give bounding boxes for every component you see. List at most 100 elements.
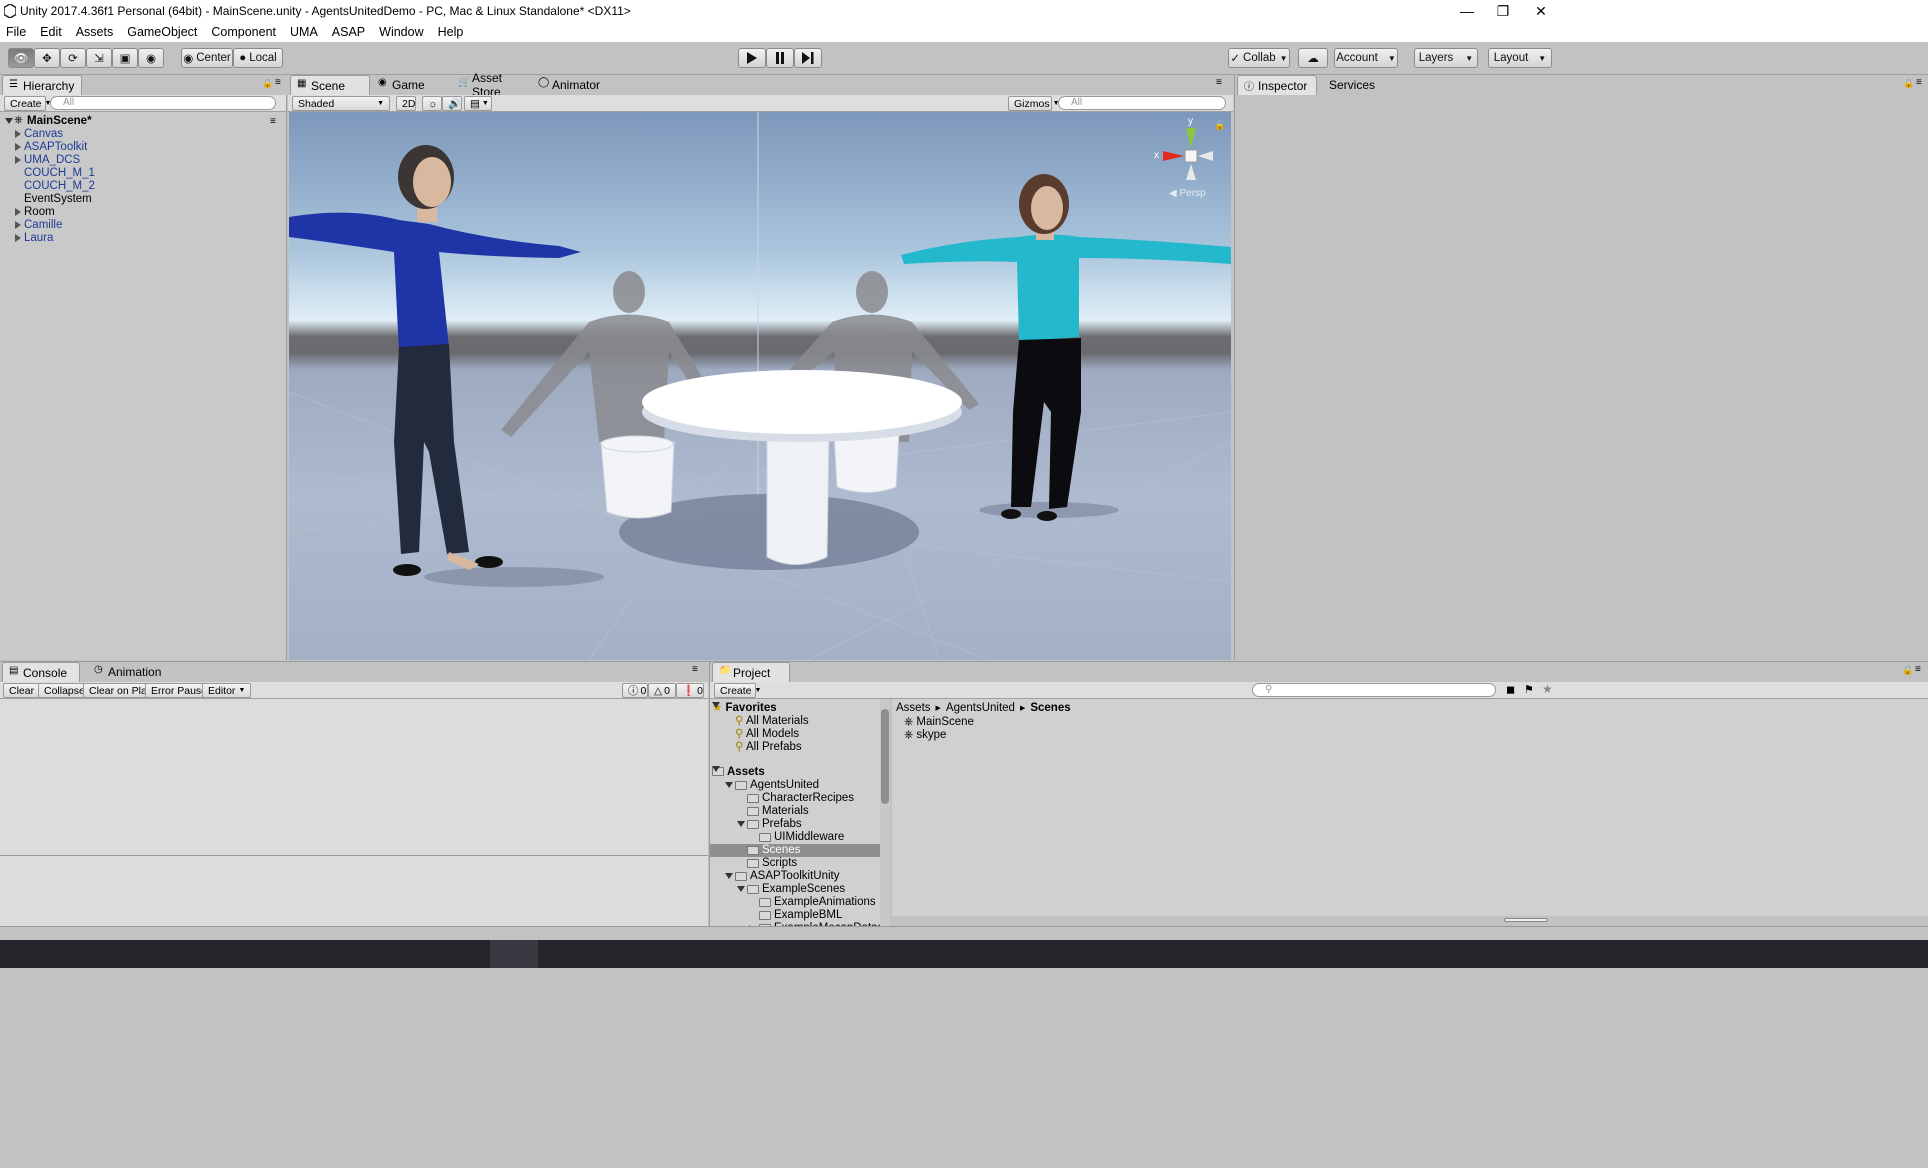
step-button[interactable] [794,48,822,68]
pivot-local-button[interactable]: ● Local [233,48,283,68]
hierarchy-item-laura[interactable]: Laura [0,232,286,245]
pivot-center-button[interactable]: ◉ Center [181,48,233,68]
expand-arrow-icon[interactable] [15,156,21,164]
panel-menu-icon[interactable]: ≡ [1216,77,1222,88]
rect-tool-button[interactable]: ▣ [112,48,138,68]
favorite-item[interactable]: ⚲ All Prefabs [735,741,802,754]
hierarchy-item-camille[interactable]: Camille [0,219,286,232]
hierarchy-item-couch-m-1[interactable]: COUCH_M_1 [0,167,286,180]
collab-dropdown[interactable]: ✓ Collab ▼ [1228,48,1290,68]
console-log-list[interactable] [0,699,708,927]
project-create-button[interactable]: Create ▼ [714,683,761,698]
expand-arrow-icon[interactable] [5,118,13,124]
expand-arrow-icon[interactable] [15,221,21,229]
panel-menu-icon[interactable]: ≡ [1915,664,1921,675]
tree-folder-scenes[interactable]: Scenes [710,844,880,857]
scene-viewport[interactable]: y x ◀ Persp 🔒 [289,112,1231,660]
lighting-toggle[interactable]: ☼ [422,96,442,111]
tab-animation[interactable]: ◷ Animation [88,662,178,682]
expand-arrow-icon[interactable] [737,821,745,827]
tab-asset-store[interactable]: 🛒 Asset Store [452,71,538,99]
favorites-header[interactable]: ★ Favorites [712,702,777,715]
toggle-2d-button[interactable]: 2D [396,96,416,111]
scene-orientation-gizmo[interactable]: y x ◀ Persp [1151,116,1221,200]
console-divider[interactable] [0,855,708,856]
hand-tool-button[interactable]: 👁 [8,48,34,68]
expand-arrow-icon[interactable] [15,130,21,138]
hierarchy-item-room[interactable]: Room [0,206,286,219]
pause-button[interactable] [766,48,794,68]
error-count-toggle[interactable]: ❗ 0 [676,683,704,698]
layers-dropdown[interactable]: Layers ▼ [1414,48,1478,68]
expand-arrow-icon[interactable] [15,143,21,151]
menu-component[interactable]: Component [204,25,283,39]
assets-header[interactable]: Assets [712,766,765,779]
expand-arrow-icon[interactable] [725,873,733,879]
hierarchy-item-uma-dcs[interactable]: UMA_DCS [0,154,286,167]
tree-scrollbar-thumb[interactable] [881,709,889,804]
tree-folder-examplescenes[interactable]: ExampleScenes [710,883,880,896]
tab-scene[interactable]: ▦ Scene [290,75,370,95]
star-icon[interactable]: ★ [1542,682,1553,696]
tree-folder-prefabs[interactable]: Prefabs [710,818,880,831]
rotate-tool-button[interactable]: ⟳ [60,48,86,68]
breadcrumb-agentsunited[interactable]: AgentsUnited [946,702,1015,714]
favorite-item[interactable]: ⚲ All Materials [735,715,809,728]
move-tool-button[interactable]: ✥ [34,48,60,68]
menu-file[interactable]: File [0,25,33,39]
tree-folder-agentsunited[interactable]: AgentsUnited [710,779,880,792]
tree-folder-exampleanimations[interactable]: ExampleAnimations [710,896,880,909]
menu-asap[interactable]: ASAP [325,25,372,39]
breadcrumb-scenes[interactable]: Scenes [1030,702,1070,714]
scene-root[interactable]: ⎈ MainScene* ≡ [0,114,286,128]
menu-assets[interactable]: Assets [69,25,121,39]
cloud-button[interactable]: ☁ [1298,48,1328,68]
tree-folder-uimiddleware[interactable]: UIMiddleware [710,831,880,844]
play-button[interactable] [738,48,766,68]
hierarchy-search-input[interactable]: All [50,96,276,110]
panel-menu-icon[interactable]: ≡ [1916,77,1922,88]
expand-arrow-icon[interactable] [15,208,21,216]
scene-file-item[interactable]: ⎈ MainScene [904,716,974,729]
expand-arrow-icon[interactable] [725,782,733,788]
hierarchy-item-couch-m-2[interactable]: COUCH_M_2 [0,180,286,193]
breadcrumb-assets[interactable]: Assets [896,702,931,714]
lock-icon[interactable]: 🔒 [1902,665,1913,676]
perspective-label[interactable]: ◀ Persp [1169,188,1206,199]
hierarchy-item-asaptoolkit[interactable]: ASAPToolkit [0,141,286,154]
expand-arrow-icon[interactable] [15,234,21,242]
tree-folder-scripts[interactable]: Scripts [710,857,880,870]
lock-icon[interactable]: 🔒 [262,78,273,89]
menu-window[interactable]: Window [372,25,430,39]
taskbar-app-button[interactable] [490,940,538,968]
tree-folder-characterrecipes[interactable]: CharacterRecipes [710,792,880,805]
favorite-item[interactable]: ⚲ All Models [735,728,799,741]
shading-dropdown[interactable]: Shaded ▼ [292,96,390,111]
gizmo-lock-icon[interactable]: 🔒 [1214,120,1225,131]
menu-gameobject[interactable]: GameObject [120,25,204,39]
hierarchy-create-button[interactable]: Create ▼ [4,96,51,111]
account-dropdown[interactable]: Account ▼ [1334,48,1398,68]
scene-menu-icon[interactable]: ≡ [270,115,276,128]
transform-tool-button[interactable]: ◉ [138,48,164,68]
lock-icon[interactable]: 🔒 [1903,78,1914,89]
gizmos-dropdown[interactable]: Gizmos ▼ [1008,96,1060,111]
tab-animator[interactable]: ◯ Animator [532,75,612,95]
filter-type-icon[interactable]: ◼ [1506,683,1515,696]
close-button[interactable]: ✕ [1518,0,1564,22]
tree-folder-asaptoolkitunity[interactable]: ASAPToolkitUnity [710,870,880,883]
menu-edit[interactable]: Edit [33,25,69,39]
menu-help[interactable]: Help [431,25,471,39]
scale-tool-button[interactable]: ⇲ [86,48,112,68]
tree-folder-materials[interactable]: Materials [710,805,880,818]
expand-arrow-icon[interactable] [737,886,745,892]
panel-menu-icon[interactable]: ≡ [692,664,698,675]
tab-console[interactable]: ▤ Console [2,662,80,682]
tab-inspector[interactable]: ⓘ Inspector [1237,75,1317,95]
hierarchy-item-canvas[interactable]: Canvas [0,128,286,141]
warning-count-toggle[interactable]: △ 0 [648,683,676,698]
menu-uma[interactable]: UMA [283,25,325,39]
filter-label-icon[interactable]: ⚑ [1524,683,1534,696]
scene-search-input[interactable]: All [1058,96,1226,110]
tab-hierarchy[interactable]: ☰ Hierarchy [2,75,82,95]
